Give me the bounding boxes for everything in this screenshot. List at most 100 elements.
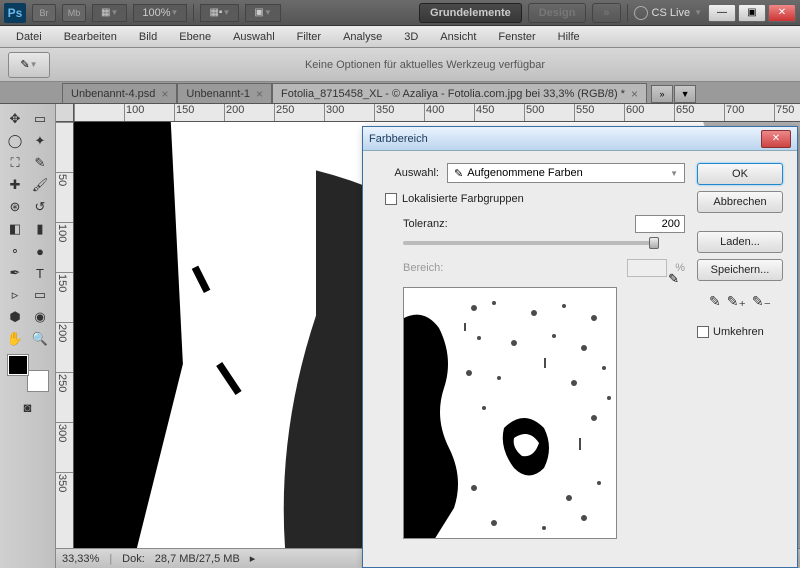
arrange-dropdown[interactable]: ▦▪ ▼ <box>200 4 239 22</box>
document-tab-bar: Unbenannt-4.psd× Unbenannt-1× Fotolia_87… <box>0 82 800 104</box>
move-tool[interactable]: ✥ <box>3 108 27 130</box>
tab-menu[interactable]: ▼ <box>674 85 696 103</box>
history-brush-tool[interactable]: ↺ <box>28 196 52 218</box>
fuzziness-label: Toleranz: <box>403 218 483 230</box>
checkbox-icon <box>385 193 397 205</box>
tool-preset[interactable]: ✎ ▼ <box>8 52 50 78</box>
load-button[interactable]: Laden... <box>697 231 783 253</box>
title-bar: Ps Br Mb ▦ ▼ 100% ▼ ▦▪ ▼ ▣ ▼ Grundelemen… <box>0 0 800 26</box>
foreground-color[interactable] <box>7 354 29 376</box>
status-menu-icon[interactable]: ▸ <box>250 552 256 565</box>
heal-tool[interactable]: ✚ <box>3 174 27 196</box>
horizontal-ruler[interactable]: 1001502002503003504004505005506006507007… <box>74 104 800 122</box>
zoom-tool[interactable]: 🔍 <box>28 328 52 350</box>
lasso-tool[interactable]: ◯ <box>3 130 27 152</box>
slider-thumb[interactable] <box>649 237 659 249</box>
screen-mode-dropdown[interactable]: ▣ ▼ <box>245 4 280 22</box>
preview-eyedropper-icon[interactable]: ✎ <box>668 271 679 287</box>
menu-bearbeiten[interactable]: Bearbeiten <box>54 28 127 46</box>
menu-auswahl[interactable]: Auswahl <box>223 28 285 46</box>
color-swatches[interactable] <box>7 354 49 392</box>
dodge-tool[interactable]: ● <box>28 240 52 262</box>
maximize-button[interactable]: ▣ <box>738 4 766 22</box>
menu-datei[interactable]: Datei <box>6 28 52 46</box>
cs-live-icon <box>634 6 648 20</box>
stamp-tool[interactable]: ⊛ <box>3 196 27 218</box>
menu-ebene[interactable]: Ebene <box>169 28 221 46</box>
bridge-button[interactable]: Br <box>32 4 56 22</box>
menu-fenster[interactable]: Fenster <box>488 28 545 46</box>
status-doc-size: 28,7 MB/27,5 MB <box>155 553 240 565</box>
eyedropper-icon: ✎ <box>454 167 463 180</box>
gradient-tool[interactable]: ▮ <box>28 218 52 240</box>
minibridge-button[interactable]: Mb <box>62 4 86 22</box>
menu-filter[interactable]: Filter <box>287 28 331 46</box>
3d-camera-tool[interactable]: ◉ <box>28 306 52 328</box>
invert-checkbox[interactable]: Umkehren <box>697 326 783 338</box>
preview-image <box>404 288 617 539</box>
view-mode-dropdown[interactable]: ▦ ▼ <box>92 4 127 22</box>
menu-bar: Datei Bearbeiten Bild Ebene Auswahl Filt… <box>0 26 800 48</box>
eyedropper-sample-icon[interactable]: ✎ <box>709 293 721 310</box>
hand-tool[interactable]: ✋ <box>3 328 27 350</box>
workspace-design[interactable]: Design <box>528 3 587 23</box>
menu-3d[interactable]: 3D <box>394 28 428 46</box>
doc-tab-1[interactable]: Unbenannt-4.psd× <box>62 83 177 103</box>
path-tool[interactable]: ▹ <box>3 284 27 306</box>
status-zoom[interactable]: 33,33% <box>62 553 99 565</box>
menu-ansicht[interactable]: Ansicht <box>430 28 486 46</box>
workspace-grundelemente[interactable]: Grundelemente <box>419 3 522 23</box>
app-logo: Ps <box>4 3 26 23</box>
eyedropper-tool[interactable]: ✎ <box>28 152 52 174</box>
range-label: Bereich: <box>403 262 483 274</box>
save-button[interactable]: Speichern... <box>697 259 783 281</box>
type-tool[interactable]: T <box>28 262 52 284</box>
doc-tab-2[interactable]: Unbenannt-1× <box>177 83 272 103</box>
eraser-tool[interactable]: ◧ <box>3 218 27 240</box>
dialog-close-button[interactable]: ✕ <box>761 130 791 148</box>
doc-tab-3[interactable]: Fotolia_8715458_XL - © Azaliya - Fotolia… <box>272 83 647 103</box>
close-icon[interactable]: × <box>161 87 168 101</box>
dialog-title: Farbbereich <box>369 133 428 145</box>
dialog-titlebar[interactable]: Farbbereich ✕ <box>363 127 797 151</box>
workspace-more[interactable]: » <box>592 3 620 23</box>
vertical-ruler[interactable]: 50100150200250300350 <box>56 122 74 548</box>
quickmask-toggle[interactable]: ◙ <box>16 396 40 418</box>
options-message: Keine Optionen für aktuelles Werkzeug ve… <box>58 59 792 71</box>
close-button[interactable]: ✕ <box>768 4 796 22</box>
fuzziness-slider[interactable] <box>403 241 659 245</box>
toolbox: ✥▭ ◯✦ ⛶✎ ✚🖌 ⊛↺ ◧▮ ∘● ✒T ▹▭ ⬢◉ ✋🔍 ◙ <box>0 104 56 568</box>
options-bar: ✎ ▼ Keine Optionen für aktuelles Werkzeu… <box>0 48 800 82</box>
cs-live-button[interactable]: CS Live ▼ <box>634 6 702 20</box>
fuzziness-input[interactable] <box>635 215 685 233</box>
background-color[interactable] <box>27 370 49 392</box>
wand-tool[interactable]: ✦ <box>28 130 52 152</box>
menu-hilfe[interactable]: Hilfe <box>548 28 590 46</box>
checkbox-icon <box>697 326 709 338</box>
3d-tool[interactable]: ⬢ <box>3 306 27 328</box>
tab-scroll-right[interactable]: » <box>651 85 673 103</box>
localized-checkbox[interactable]: Lokalisierte Farbgruppen <box>385 193 685 205</box>
blur-tool[interactable]: ∘ <box>3 240 27 262</box>
eyedropper-add-icon[interactable]: ✎₊ <box>727 293 746 310</box>
brush-tool[interactable]: 🖌 <box>28 174 52 196</box>
pen-tool[interactable]: ✒ <box>3 262 27 284</box>
ruler-origin[interactable] <box>56 104 74 122</box>
close-icon[interactable]: × <box>631 87 638 101</box>
ok-button[interactable]: OK <box>697 163 783 185</box>
zoom-dropdown[interactable]: 100% ▼ <box>133 4 187 22</box>
cancel-button[interactable]: Abbrechen <box>697 191 783 213</box>
menu-analyse[interactable]: Analyse <box>333 28 392 46</box>
status-doc-label: Dok: <box>122 553 145 565</box>
shape-tool[interactable]: ▭ <box>28 284 52 306</box>
minimize-button[interactable]: — <box>708 4 736 22</box>
select-dropdown[interactable]: ✎ Aufgenommene Farben ▼ <box>447 163 685 183</box>
eyedropper-icon: ✎ <box>20 58 29 71</box>
range-input <box>627 259 667 277</box>
selection-preview[interactable] <box>403 287 617 539</box>
menu-bild[interactable]: Bild <box>129 28 167 46</box>
close-icon[interactable]: × <box>256 87 263 101</box>
eyedropper-subtract-icon[interactable]: ✎₋ <box>752 293 771 310</box>
marquee-tool[interactable]: ▭ <box>28 108 52 130</box>
crop-tool[interactable]: ⛶ <box>3 152 27 174</box>
